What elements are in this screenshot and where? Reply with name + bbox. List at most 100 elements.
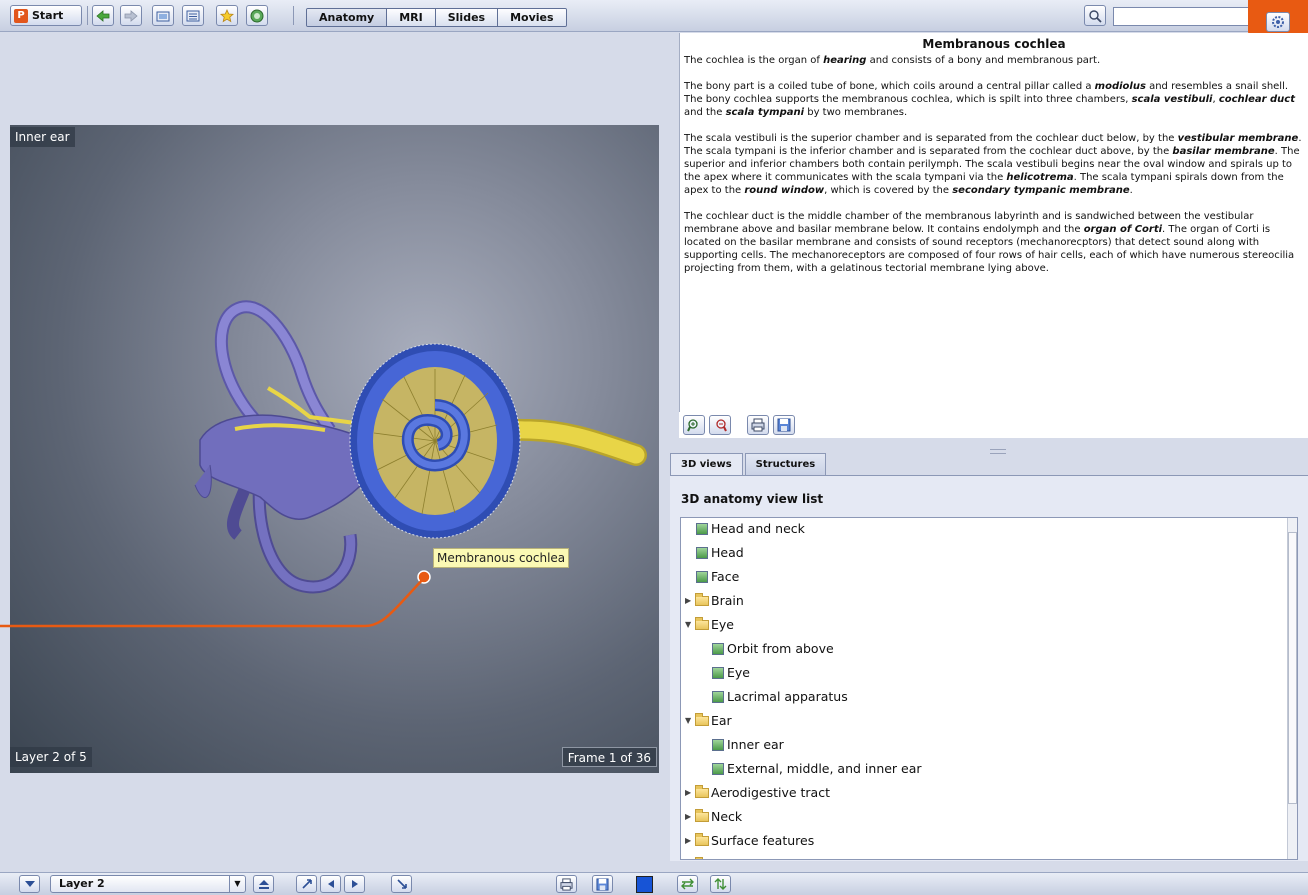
description-paragraph: The cochlea is the organ of hearing and … <box>684 55 1101 66</box>
rotate-right-button[interactable] <box>391 875 412 893</box>
search-icon <box>1089 9 1102 23</box>
primal-logo-icon: P <box>14 8 28 23</box>
mode-tabs: Anatomy MRI Slides Movies <box>306 8 567 27</box>
view-title: Inner ear <box>10 127 75 147</box>
expanded-arrow-icon[interactable]: ▼ <box>685 709 695 733</box>
description-paragraph: The bony part is a coiled tube of bone, … <box>684 81 1296 118</box>
layer-select[interactable]: Layer 2 ▼ <box>50 875 246 893</box>
tab-structures[interactable]: Structures <box>744 453 827 475</box>
tree-item-label: Face <box>711 569 740 584</box>
eject-layer-button[interactable] <box>253 875 274 893</box>
tree-item[interactable]: ▼ Ear <box>685 709 732 733</box>
layer-menu-button[interactable] <box>19 875 40 893</box>
collapsed-arrow-icon[interactable]: ▶ <box>685 781 695 805</box>
previous-frame-button[interactable] <box>320 875 341 893</box>
folder-icon <box>695 785 709 798</box>
frame-indicator: Frame 1 of 36 <box>561 747 657 767</box>
save-disk-icon <box>596 877 609 891</box>
folder-icon <box>695 833 709 846</box>
tree-item-label: Ear <box>711 713 732 728</box>
tree-item[interactable]: ▼ Eye <box>685 613 734 637</box>
print-view-button[interactable] <box>556 875 577 893</box>
swap-arrows-icon <box>681 878 694 890</box>
folder-icon[interactable] <box>152 5 174 26</box>
expanded-arrow-icon[interactable]: ▼ <box>685 613 695 637</box>
tree-item-label: Head <box>711 545 744 560</box>
zoom-out-text-button[interactable] <box>709 415 731 435</box>
view-thumbnail-icon <box>712 739 724 751</box>
tab-mri[interactable]: MRI <box>387 9 436 26</box>
tree-item-label: Surface features <box>711 833 815 848</box>
tree-item[interactable]: ▶ Brain <box>685 589 744 613</box>
tree-item-label: Aerodigestive tract <box>711 785 830 800</box>
tree-item-label: Neck <box>711 809 743 824</box>
collapsed-arrow-icon[interactable]: ▶ <box>685 853 695 859</box>
save-view-button[interactable] <box>592 875 613 893</box>
tree-item-label: Head and neck <box>711 521 805 536</box>
zoom-in-icon <box>687 419 698 432</box>
zoom-in-text-button[interactable] <box>683 415 705 435</box>
rotate-icon <box>396 879 407 889</box>
tree-item[interactable]: Head and neck <box>696 518 805 541</box>
tree-item[interactable]: Lacrimal apparatus <box>712 685 848 709</box>
tree-scrollbar-thumb[interactable] <box>1288 532 1297 804</box>
tree-item-label: Lacrimal apparatus <box>727 689 848 704</box>
tree-item[interactable]: Orbit from above <box>712 637 834 661</box>
tree-item[interactable]: ▶ Bone regions <box>685 853 793 859</box>
collapsed-arrow-icon[interactable]: ▶ <box>685 805 695 829</box>
tree-item[interactable]: Eye <box>712 661 750 685</box>
color-swatch[interactable] <box>636 876 653 893</box>
layer-indicator: Layer 2 of 5 <box>10 747 92 767</box>
collapsed-arrow-icon[interactable]: ▶ <box>685 589 695 613</box>
list-icon[interactable] <box>182 5 204 26</box>
tree-item[interactable]: Face <box>696 565 739 589</box>
structure-callout[interactable]: Membranous cochlea <box>433 548 570 568</box>
start-button[interactable]: P Start <box>10 5 82 26</box>
swap-button[interactable] <box>677 875 698 893</box>
rotate-left-button[interactable] <box>296 875 317 893</box>
tree-item-label: External, middle, and inner ear <box>727 761 922 776</box>
print-text-button[interactable] <box>747 415 769 435</box>
zoom-out-icon <box>716 419 727 432</box>
bottom-toolbar: Layer 2 ▼ <box>0 872 1308 895</box>
collapsed-arrow-icon[interactable]: ▶ <box>685 829 695 853</box>
description-paragraph: The scala vestibuli is the superior cham… <box>684 133 1302 196</box>
view-thumbnail-icon <box>712 691 724 703</box>
tree-item[interactable]: ▶ Neck <box>685 805 742 829</box>
chevron-down-icon <box>24 881 35 887</box>
triangle-right-icon <box>351 880 358 888</box>
view-tree: ▶ Bone regions ▶ Surface features ▶ Neck ▶ Aero… <box>680 517 1298 860</box>
tree-item[interactable]: Head <box>696 541 744 565</box>
description-title: Membranous cochlea <box>922 37 1066 51</box>
eject-icon <box>258 879 269 889</box>
search-button[interactable] <box>1084 5 1106 26</box>
rotate-icon <box>301 879 312 889</box>
dropdown-arrow-icon: ▼ <box>229 876 245 892</box>
3d-viewer[interactable]: Inner ear Membranous cochlea Layer 2 of … <box>10 125 659 773</box>
tab-movies[interactable]: Movies <box>498 9 566 26</box>
sort-button[interactable] <box>710 875 731 893</box>
view-thumbnail-icon <box>696 547 708 559</box>
tree-item-label: Eye <box>711 617 734 632</box>
tree-item[interactable]: ▶ Surface features <box>685 829 814 853</box>
save-text-button[interactable] <box>773 415 795 435</box>
tab-slides[interactable]: Slides <box>435 9 499 26</box>
favorites-star-icon[interactable] <box>216 5 238 26</box>
inner-ear-model[interactable] <box>10 125 659 773</box>
back-arrow-icon[interactable] <box>92 5 114 26</box>
start-label: Start <box>32 9 64 22</box>
tab-anatomy[interactable]: Anatomy <box>307 9 388 26</box>
tree-item[interactable]: External, middle, and inner ear <box>712 757 922 781</box>
tree-item[interactable]: Inner ear <box>712 733 784 757</box>
panel-tabs: 3D views Structures <box>670 453 828 476</box>
panel-splitter[interactable] <box>990 449 1006 454</box>
globe-icon[interactable] <box>246 5 268 26</box>
search-input[interactable] <box>1113 7 1253 26</box>
next-frame-button[interactable] <box>344 875 365 893</box>
triangle-left-icon <box>327 880 334 888</box>
tree-item[interactable]: ▶ Aerodigestive tract <box>685 781 830 805</box>
forward-arrow-icon[interactable] <box>120 5 142 26</box>
tab-3d-views[interactable]: 3D views <box>670 453 743 476</box>
tree-item-label: Brain <box>711 593 744 608</box>
tree-scrollbar[interactable] <box>1287 518 1297 859</box>
